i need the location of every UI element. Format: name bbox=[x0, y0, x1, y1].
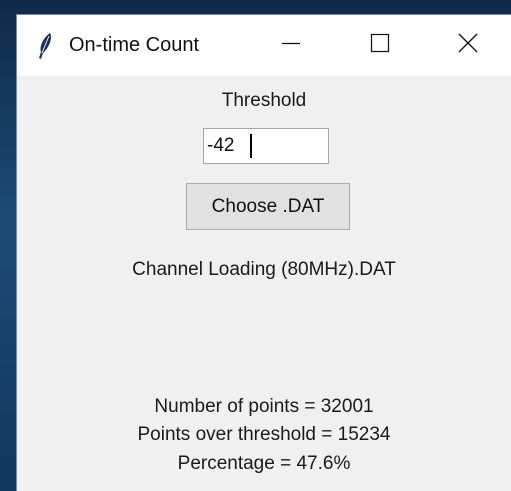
feather-icon bbox=[37, 32, 53, 60]
points-over-threshold-text: Points over threshold = 15234 bbox=[137, 424, 391, 445]
title-bar[interactable]: On-time Count bbox=[17, 15, 511, 76]
desktop-background: On-time Count Threshold -42 Choose .DAT … bbox=[0, 0, 511, 491]
percentage-text: Percentage = 47.6% bbox=[177, 453, 351, 474]
minimize-icon bbox=[281, 33, 301, 58]
close-button[interactable] bbox=[428, 15, 508, 76]
window-title: On-time Count bbox=[69, 34, 200, 56]
selected-filename: Channel Loading (80MHz).DAT bbox=[132, 259, 396, 280]
number-of-points-text: Number of points = 32001 bbox=[154, 396, 374, 417]
minimize-button[interactable] bbox=[251, 15, 331, 76]
threshold-input[interactable] bbox=[203, 128, 329, 164]
app-window: On-time Count Threshold -42 Choose .DAT … bbox=[16, 14, 511, 491]
text-caret bbox=[250, 134, 252, 158]
maximize-icon bbox=[370, 33, 390, 58]
choose-dat-button[interactable]: Choose .DAT bbox=[186, 183, 350, 230]
threshold-label: Threshold bbox=[221, 90, 307, 111]
close-icon bbox=[458, 33, 478, 58]
maximize-button[interactable] bbox=[340, 15, 420, 76]
